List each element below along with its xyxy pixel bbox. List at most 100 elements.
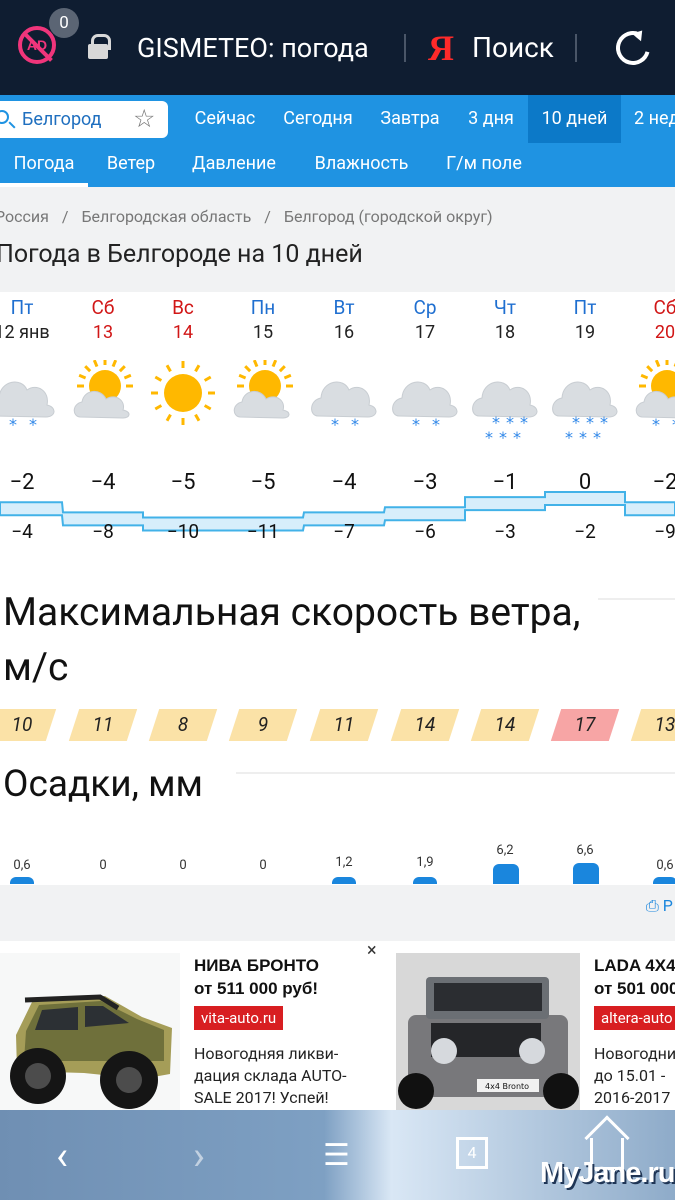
day-header[interactable]: Вт 16 bbox=[304, 295, 384, 344]
day-name: Сб bbox=[653, 296, 675, 319]
ad-description[interactable]: Новогодни до 15.01 - 2016-2017 bbox=[594, 1043, 675, 1109]
day-name: Чт bbox=[493, 296, 517, 319]
max-temperature: −4 bbox=[90, 470, 116, 495]
svg-text:4x4 Bronto: 4x4 Bronto bbox=[485, 1082, 529, 1091]
browser-toolbar: AD 0 GISMETEO: погода Я Поиск bbox=[0, 0, 675, 95]
watermark: MyJane.ru bbox=[540, 1157, 675, 1189]
max-temperature: −4 bbox=[331, 470, 357, 495]
precipitation-value: 6,2 bbox=[496, 843, 514, 858]
forward-icon[interactable]: › bbox=[193, 1136, 205, 1176]
day-header[interactable]: Чт 18 bbox=[465, 295, 545, 344]
back-icon[interactable]: ‹ bbox=[56, 1136, 68, 1176]
wind-speed-value: 14 bbox=[494, 713, 516, 736]
tab-2-weeks[interactable]: 2 нед bbox=[621, 95, 675, 143]
ad-source-badge[interactable]: altera-auto bbox=[594, 1006, 675, 1030]
wind-section-title: Максимальная скорость ветра, м/с bbox=[3, 589, 581, 690]
svg-text:*: * bbox=[331, 415, 339, 434]
tab-10-days[interactable]: 10 дней bbox=[528, 95, 621, 143]
toolbar-separator bbox=[575, 34, 577, 62]
day-header[interactable]: Пт 12 янв bbox=[0, 295, 62, 344]
precipitation-value: 0 bbox=[259, 858, 267, 873]
precipitation-value: 1,9 bbox=[416, 855, 434, 870]
subtab-weather[interactable]: Погода bbox=[0, 143, 88, 187]
day-header[interactable]: Пн 15 bbox=[223, 295, 303, 344]
min-temperature: −3 bbox=[494, 520, 516, 543]
print-label: Р bbox=[662, 896, 673, 915]
close-icon[interactable]: × bbox=[367, 940, 377, 961]
tab-tomorrow[interactable]: Завтра bbox=[366, 95, 454, 143]
svg-text:*: * bbox=[579, 428, 587, 447]
ad-description[interactable]: Новогодняя ликви- дация склада AUTO- SAL… bbox=[194, 1043, 347, 1109]
svg-text:*: * bbox=[485, 428, 493, 447]
precipitation-bar bbox=[653, 877, 675, 884]
tabs-count-button[interactable]: 4 bbox=[456, 1137, 488, 1169]
temperature-chart bbox=[0, 491, 675, 532]
max-temperature: −2 bbox=[652, 470, 675, 495]
ad-title[interactable]: LADA 4X4 от 501 000 bbox=[594, 954, 675, 1000]
tab-today[interactable]: Сегодня bbox=[270, 95, 366, 143]
precipitation-bar bbox=[493, 864, 519, 884]
niva-car-image[interactable] bbox=[0, 953, 180, 1110]
ad-block-icon[interactable]: AD bbox=[18, 26, 56, 64]
min-temperature: −4 bbox=[11, 520, 33, 543]
search-label[interactable]: Поиск bbox=[472, 31, 554, 65]
breadcrumb-separator: / bbox=[61, 207, 69, 226]
svg-text:*: * bbox=[432, 415, 440, 434]
subtab-pressure[interactable]: Давление bbox=[182, 143, 286, 187]
menu-icon[interactable]: ☰ bbox=[323, 1138, 350, 1173]
max-temperature: −1 bbox=[492, 470, 518, 495]
day-date: 19 bbox=[574, 322, 596, 343]
star-icon[interactable]: ☆ bbox=[133, 104, 155, 134]
browser-title[interactable]: GISMETEO: погода bbox=[137, 31, 369, 65]
min-temperature: −11 bbox=[246, 520, 280, 543]
day-name: Пт bbox=[573, 296, 597, 319]
ad-title[interactable]: НИВА БРОНТО от 511 000 руб! bbox=[194, 954, 319, 1000]
tab-3-days[interactable]: 3 дня bbox=[454, 95, 528, 143]
svg-text:*: * bbox=[9, 415, 17, 434]
breadcrumb: Россия / Белгородская область / Белгород… bbox=[0, 207, 502, 226]
reload-icon[interactable] bbox=[609, 24, 657, 72]
precipitation-value: 0,6 bbox=[656, 858, 674, 873]
screen: AD 0 GISMETEO: погода Я Поиск Белгород ☆… bbox=[0, 0, 675, 1200]
ad-source-badge[interactable]: vita-auto.ru bbox=[194, 1006, 284, 1030]
lada-car-image[interactable]: 4x4 Bronto bbox=[396, 953, 580, 1110]
breadcrumb-city[interactable]: Белгород (городской округ) bbox=[284, 207, 493, 226]
ad-count-badge: 0 bbox=[49, 8, 79, 38]
day-header[interactable]: Сб 20 bbox=[625, 295, 675, 344]
city-value: Белгород bbox=[22, 109, 102, 130]
tab-now[interactable]: Сейчас bbox=[180, 95, 270, 143]
svg-text:*: * bbox=[499, 428, 507, 447]
wind-speed-value: 9 bbox=[257, 713, 269, 736]
divider bbox=[598, 598, 675, 600]
day-date: 20 bbox=[654, 322, 675, 343]
day-header[interactable]: Сб 13 bbox=[63, 295, 143, 344]
precipitation-value: 6,6 bbox=[576, 843, 594, 858]
svg-text:*: * bbox=[520, 413, 528, 432]
subtab-geomagnetic[interactable]: Г/м поле bbox=[436, 143, 532, 187]
sun-icon bbox=[148, 360, 218, 448]
day-date: 14 bbox=[172, 322, 194, 343]
breadcrumb-russia[interactable]: Россия bbox=[0, 207, 49, 226]
min-temperature: −6 bbox=[414, 520, 436, 543]
wind-speed-value: 11 bbox=[92, 713, 114, 736]
day-header[interactable]: Ср 17 bbox=[385, 295, 465, 344]
max-temperature: −5 bbox=[170, 470, 196, 495]
toolbar-separator bbox=[404, 34, 406, 62]
subtab-humidity[interactable]: Влажность bbox=[304, 143, 419, 187]
breadcrumb-region[interactable]: Белгородская область bbox=[81, 207, 251, 226]
partly-cloudy-snow-icon: ** bbox=[630, 358, 675, 448]
lock-icon[interactable] bbox=[88, 34, 111, 59]
city-search-input[interactable]: Белгород ☆ bbox=[0, 101, 168, 138]
print-icon[interactable]: ⎙ Р bbox=[646, 896, 673, 916]
day-name: Вс bbox=[172, 296, 194, 319]
day-date: 16 bbox=[333, 322, 355, 343]
divider bbox=[236, 772, 675, 774]
day-name: Сб bbox=[91, 296, 115, 319]
day-header[interactable]: Вс 14 bbox=[143, 295, 223, 344]
svg-text:*: * bbox=[652, 415, 660, 434]
day-header[interactable]: Пт 19 bbox=[545, 295, 625, 344]
subtab-wind[interactable]: Ветер bbox=[94, 143, 168, 187]
svg-text:*: * bbox=[513, 428, 521, 447]
cloud-heavy-snow-icon: * * * * * * bbox=[470, 360, 540, 448]
yandex-logo[interactable]: Я bbox=[428, 27, 454, 69]
